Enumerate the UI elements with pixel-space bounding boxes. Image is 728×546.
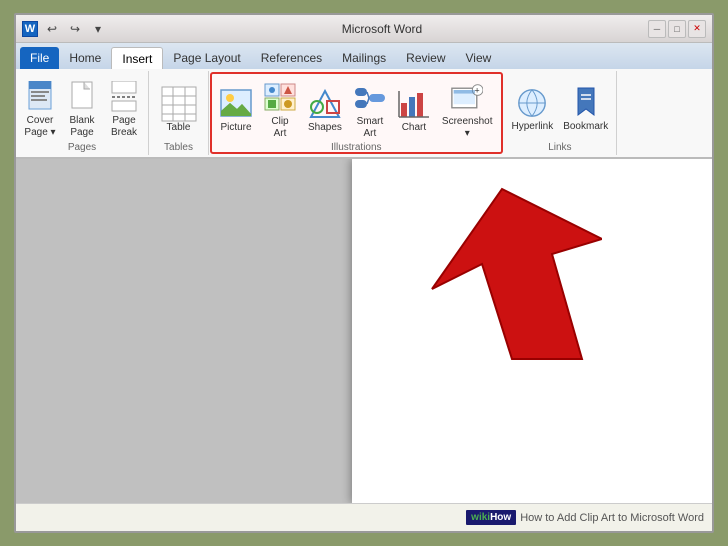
title-bar: W ↩ ↪ ▾ Microsoft Word ─ □ ✕	[16, 15, 712, 43]
ribbon-group-pages: CoverPage ▾ BlankPage	[16, 71, 149, 155]
pages-label: Pages	[68, 142, 96, 155]
clip-art-label: ClipArt	[271, 116, 288, 140]
chart-label: Chart	[402, 122, 426, 134]
blank-page-label: BlankPage	[69, 115, 94, 139]
tab-review[interactable]: Review	[396, 47, 455, 69]
ribbon-spacer	[617, 71, 712, 155]
wiki-how-text: How to Add Clip Art to Microsoft Word	[520, 512, 704, 524]
tab-insert[interactable]: Insert	[111, 47, 163, 69]
clip-art-btn[interactable]: ClipArt	[260, 80, 300, 142]
page-break-icon	[108, 81, 140, 113]
bookmark-icon	[570, 87, 602, 119]
smart-art-label: SmartArt	[357, 116, 384, 140]
tables-group-items: Table	[155, 73, 203, 142]
minimize-btn[interactable]: ─	[648, 20, 666, 38]
picture-icon	[220, 88, 252, 120]
tab-view[interactable]: View	[456, 47, 502, 69]
links-label: Links	[548, 142, 571, 155]
smart-art-icon	[354, 82, 386, 114]
shapes-icon	[309, 88, 341, 120]
illustrations-label: Illustrations	[331, 142, 382, 155]
redo-btn[interactable]: ↪	[65, 19, 85, 39]
blank-page-btn[interactable]: BlankPage	[62, 79, 102, 141]
chart-btn[interactable]: Chart	[394, 86, 434, 136]
cover-page-btn[interactable]: CoverPage ▾	[20, 79, 60, 141]
quick-access-buttons: ↩ ↪ ▾	[42, 19, 108, 39]
bookmark-label: Bookmark	[563, 121, 608, 133]
picture-btn[interactable]: Picture	[216, 86, 256, 136]
page-break-btn[interactable]: PageBreak	[104, 79, 144, 141]
ribbon-body: CoverPage ▾ BlankPage	[16, 69, 712, 159]
hyperlink-btn[interactable]: Hyperlink	[508, 85, 558, 135]
bookmark-btn[interactable]: Bookmark	[559, 85, 612, 135]
picture-label: Picture	[220, 122, 251, 134]
page-break-label: PageBreak	[111, 115, 137, 139]
tab-references[interactable]: References	[251, 47, 332, 69]
maximize-btn[interactable]: □	[668, 20, 686, 38]
hyperlink-icon	[516, 87, 548, 119]
hyperlink-label: Hyperlink	[512, 121, 554, 133]
tables-label: Tables	[164, 142, 193, 155]
wiki-badge: wikiHow	[466, 510, 516, 525]
table-label: Table	[167, 122, 191, 133]
shapes-label: Shapes	[308, 122, 342, 134]
chart-icon	[398, 88, 430, 120]
ribbon-group-illustrations: Picture	[210, 72, 503, 154]
cover-page-label: CoverPage ▾	[24, 115, 55, 139]
window-title: Microsoft Word	[116, 22, 648, 36]
links-group-items: Hyperlink Bookmark	[508, 73, 613, 142]
pages-group-items: CoverPage ▾ BlankPage	[20, 73, 144, 142]
ribbon-group-links: Hyperlink Bookmark Links	[504, 71, 618, 155]
arrow-overlay	[342, 179, 602, 439]
screenshot-label: Screenshot▾	[442, 116, 493, 140]
app-window: W ↩ ↪ ▾ Microsoft Word ─ □ ✕ File Home I…	[14, 13, 714, 533]
close-btn[interactable]: ✕	[688, 20, 706, 38]
table-btn[interactable]: Table	[155, 84, 203, 135]
ribbon-tabs: File Home Insert Page Layout References …	[16, 43, 712, 69]
tab-page-layout[interactable]: Page Layout	[163, 47, 250, 69]
screenshot-btn[interactable]: + Screenshot▾	[438, 80, 497, 142]
quick-access-dropdown[interactable]: ▾	[88, 19, 108, 39]
tab-home[interactable]: Home	[59, 47, 111, 69]
illustrations-group-items: Picture	[216, 76, 497, 142]
shapes-btn[interactable]: Shapes	[304, 86, 346, 136]
screenshot-icon: +	[451, 82, 483, 114]
tab-file[interactable]: File	[20, 47, 59, 69]
smart-art-btn[interactable]: SmartArt	[350, 80, 390, 142]
bottom-bar: wikiHow How to Add Clip Art to Microsoft…	[16, 503, 712, 531]
svg-text:+: +	[475, 86, 480, 96]
tab-mailings[interactable]: Mailings	[332, 47, 396, 69]
clip-art-icon	[264, 82, 296, 114]
ribbon-group-tables: Table Tables	[149, 71, 209, 155]
app-icon: W	[22, 21, 38, 37]
cover-page-icon	[24, 81, 56, 113]
main-area	[16, 159, 712, 503]
undo-btn[interactable]: ↩	[42, 19, 62, 39]
blank-page-icon	[66, 81, 98, 113]
